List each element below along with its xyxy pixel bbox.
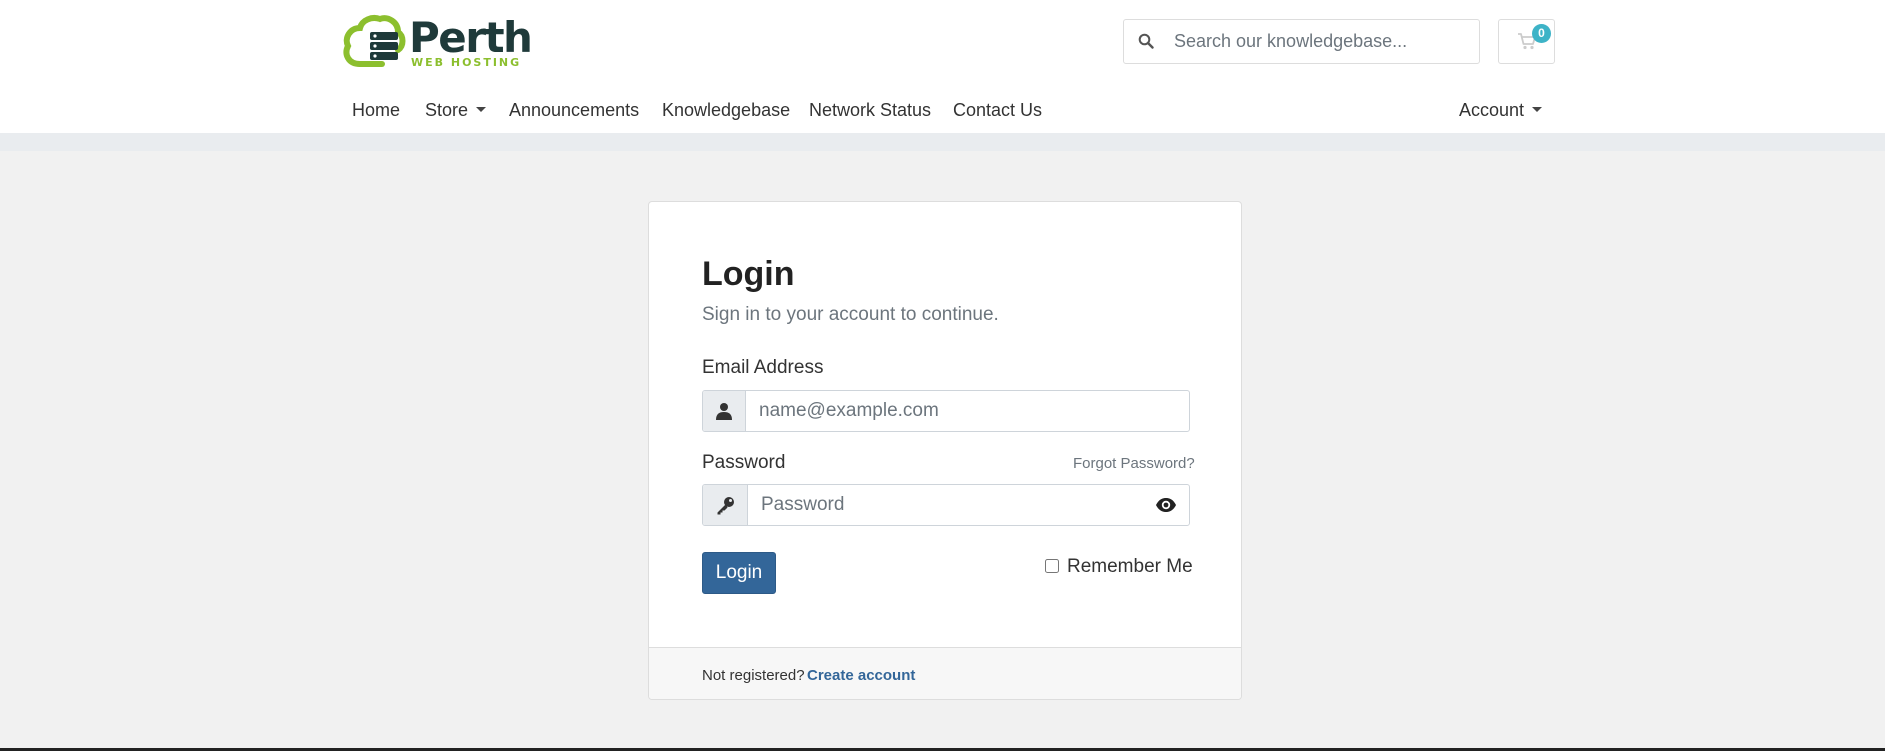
card-footer: Not registered? Create account [649,647,1241,699]
email-input-group [702,390,1190,432]
remember-me-checkbox[interactable] [1045,559,1059,573]
email-label: Email Address [702,357,824,378]
create-account-link[interactable]: Create account [807,667,915,684]
cloud-server-logo-icon [343,15,406,67]
nav-account[interactable]: Account [1459,97,1543,123]
cart-button[interactable]: 0 [1498,19,1555,64]
header-divider-strip [0,133,1885,151]
cart-count-badge: 0 [1532,24,1551,43]
knowledgebase-search [1123,19,1480,64]
eye-icon[interactable] [1155,497,1177,513]
chevron-down-icon [1532,106,1543,112]
nav-account-label: Account [1459,100,1525,120]
top-header: Perth WEB HOSTING 0 Home Store Announcem… [0,0,1885,133]
logo-wordmark: Perth [409,13,533,62]
login-button[interactable]: Login [702,552,776,594]
brand-logo[interactable]: Perth WEB HOSTING [342,14,533,70]
logo-tagline: WEB HOSTING [411,56,522,69]
nav-network-status[interactable]: Network Status [809,97,931,123]
page-title: Login [702,255,795,293]
nav-store-label: Store [425,100,469,120]
password-input-group [702,484,1190,526]
nav-store[interactable]: Store [425,97,487,123]
nav-knowledgebase[interactable]: Knowledgebase [662,97,790,123]
search-icon [1138,33,1154,49]
not-registered-text: Not registered? [702,667,805,684]
remember-me-label: Remember Me [1067,556,1193,577]
key-icon [717,497,734,515]
login-card: Login Sign in to your account to continu… [648,201,1242,700]
nav-home[interactable]: Home [352,97,400,123]
email-field[interactable] [759,391,1179,431]
nav-contact-us[interactable]: Contact Us [953,97,1042,123]
search-input[interactable] [1174,20,1474,63]
password-addon [703,485,748,525]
user-icon [716,403,732,420]
password-field[interactable] [761,485,1141,525]
chevron-down-icon [476,106,487,112]
forgot-password-link[interactable]: Forgot Password? [1073,455,1195,472]
email-addon [703,391,746,431]
page-subtitle: Sign in to your account to continue. [702,304,999,325]
password-label: Password [702,452,786,473]
nav-announcements[interactable]: Announcements [509,97,639,123]
